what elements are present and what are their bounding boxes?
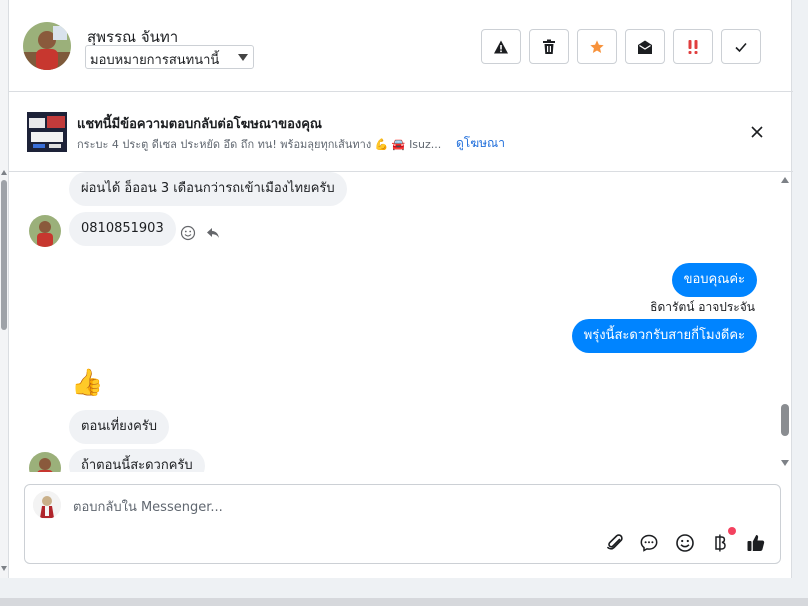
trash-icon: [543, 39, 555, 54]
view-ad-link[interactable]: ดูโฆษณา: [456, 134, 505, 153]
message-bubble[interactable]: ขอบคุณค่ะ: [671, 263, 757, 297]
contact-avatar[interactable]: [23, 22, 71, 70]
emoji-button[interactable]: [673, 531, 697, 555]
outer-scroll-up-arrow[interactable]: [1, 170, 7, 175]
chat-scroll-down-arrow[interactable]: [781, 460, 789, 466]
conversation-header: สุพรรณ จันทา มอบหมายการสนทนานี้: [9, 0, 793, 92]
delete-button[interactable]: [529, 29, 569, 64]
thumbs-up-icon: [747, 535, 765, 551]
attach-button[interactable]: [603, 531, 627, 555]
contact-avatar-small: [29, 215, 61, 247]
smiley-icon: [180, 225, 196, 241]
close-banner-button[interactable]: [747, 122, 767, 142]
notification-dot: [728, 527, 736, 535]
bottom-bar: [0, 598, 808, 606]
close-icon: [751, 126, 763, 138]
ad-banner-subtitle: กระบะ 4 ประตู ดีเซล ประหยัด อึด ถึก ทน! …: [77, 138, 442, 151]
conversation-panel: สุพรรณ จันทา มอบหมายการสนทนานี้ แชทนี้มี…: [8, 0, 793, 578]
message-bubble[interactable]: ถ้าตอนนี้สะดวกครับ: [69, 449, 205, 472]
spam-button[interactable]: [481, 29, 521, 64]
assign-conversation-select[interactable]: มอบหมายการสนทนานี้: [85, 45, 254, 69]
ad-banner-title: แชทนี้มีข้อความตอบกลับต่อโฆษณาของคุณ: [77, 117, 322, 132]
outer-scroll-thumb[interactable]: [1, 180, 7, 330]
urgent-button[interactable]: [673, 29, 713, 64]
react-button[interactable]: [180, 225, 196, 241]
ad-thumbnail[interactable]: [27, 112, 67, 152]
reply-icon: [207, 228, 219, 238]
reply-button[interactable]: [205, 225, 221, 241]
paperclip-icon: [607, 534, 623, 550]
sender-name: ธิดารัตน์ อาจประจัน: [650, 300, 755, 314]
assign-label: มอบหมายการสนทนานี้: [90, 53, 220, 68]
message-composer: [24, 484, 781, 564]
ad-reply-banner: แชทนี้มีข้อความตอบกลับต่อโฆษณาของคุณ กระ…: [9, 92, 793, 172]
chat-scroll-up-arrow[interactable]: [781, 177, 789, 183]
chat-bubble-icon: [640, 534, 658, 552]
emoji-icon: [676, 534, 694, 552]
payment-button[interactable]: [708, 531, 732, 555]
mark-done-button[interactable]: [721, 29, 761, 64]
star-button[interactable]: [577, 29, 617, 64]
outer-scrollbar[interactable]: [0, 0, 8, 578]
chat-scrollbar[interactable]: [777, 172, 793, 472]
message-bubble[interactable]: 0810851903: [69, 212, 176, 246]
warning-icon: [494, 40, 508, 53]
message-bubble[interactable]: พรุ่งนี้สะดวกรับสายกี่โมงดีคะ: [571, 319, 757, 353]
outer-scroll-down-arrow[interactable]: [1, 566, 7, 571]
message-thread[interactable]: ผ่อนได้ อ็ออน 3 เดือนกว่ารถเข้าเมืองไทยค…: [9, 172, 793, 472]
chevron-down-icon: [238, 54, 248, 61]
contact-avatar-small: [29, 452, 61, 472]
message-bubble[interactable]: ผ่อนได้ อ็ออน 3 เดือนกว่ารถเข้าเมืองไทยค…: [69, 172, 347, 206]
star-icon: [590, 39, 604, 53]
message-bubble[interactable]: ตอนเที่ยงครับ: [69, 410, 170, 444]
send-like-button[interactable]: [744, 531, 768, 555]
saved-replies-button[interactable]: [637, 531, 661, 555]
chat-scroll-thumb[interactable]: [781, 404, 789, 436]
baht-icon: [715, 534, 726, 552]
exclamation-icon: [688, 39, 698, 54]
check-icon: [735, 42, 747, 52]
reply-input[interactable]: [73, 497, 673, 517]
thumbs-up-message[interactable]: 👍: [71, 368, 103, 398]
right-background: [792, 0, 808, 578]
envelope-open-icon: [638, 40, 652, 54]
mark-unread-button[interactable]: [625, 29, 665, 64]
page-avatar: [33, 491, 61, 519]
